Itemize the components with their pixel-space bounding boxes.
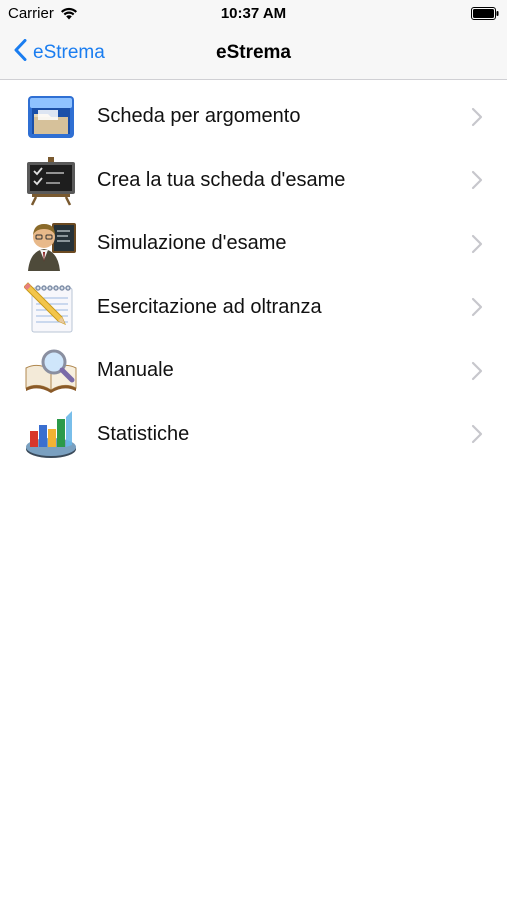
chevron-right-icon bbox=[471, 170, 483, 190]
blackboard-icon bbox=[24, 153, 78, 207]
menu-item-label: Manuale bbox=[97, 359, 174, 382]
menu-item-manuale[interactable]: Manuale bbox=[0, 339, 507, 403]
menu-item-label: Scheda per argomento bbox=[97, 105, 301, 128]
chevron-right-icon bbox=[471, 361, 483, 381]
book-magnifier-icon bbox=[24, 344, 78, 398]
bar-chart-icon bbox=[24, 407, 78, 461]
folder-icon bbox=[24, 90, 78, 144]
menu-item-simulazione-esame[interactable]: Simulazione d'esame bbox=[0, 212, 507, 276]
menu-item-label: Statistiche bbox=[97, 422, 190, 445]
navigation-bar: eStrema eStrema bbox=[0, 28, 507, 80]
menu-item-label: Esercitazione ad oltranza bbox=[97, 295, 322, 318]
status-time: 10:37 AM bbox=[220, 5, 287, 22]
page-title: eStrema bbox=[216, 42, 291, 63]
teacher-icon bbox=[24, 217, 78, 271]
chevron-right-icon bbox=[471, 424, 483, 444]
chevron-right-icon bbox=[471, 297, 483, 317]
menu-item-scheda-per-argomento[interactable]: Scheda per argomento bbox=[0, 85, 507, 149]
chevron-right-icon bbox=[471, 107, 483, 127]
battery-icon bbox=[471, 7, 499, 20]
menu-item-label: Simulazione d'esame bbox=[97, 232, 287, 255]
status-bar: Carrier 10:37 AM bbox=[0, 0, 507, 28]
menu-item-esercitazione-oltranza[interactable]: Esercitazione ad oltranza bbox=[0, 276, 507, 340]
chevron-right-icon bbox=[471, 234, 483, 254]
menu-item-crea-scheda-esame[interactable]: Crea la tua scheda d'esame bbox=[0, 149, 507, 213]
menu-item-label: Crea la tua scheda d'esame bbox=[97, 168, 346, 191]
notepad-pencil-icon bbox=[24, 280, 78, 334]
menu-list: Scheda per argomento Crea la tua scheda … bbox=[0, 85, 507, 466]
menu-item-statistiche[interactable]: Statistiche bbox=[0, 403, 507, 467]
